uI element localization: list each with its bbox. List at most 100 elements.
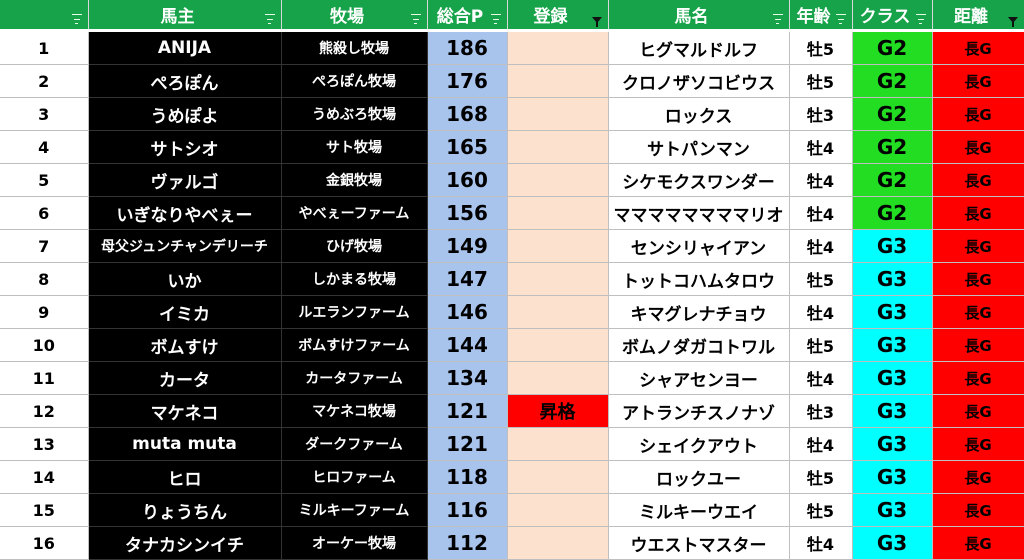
cell-owner[interactable]: カータ: [88, 361, 282, 395]
cell-horse-name[interactable]: センシリャイアン: [608, 229, 790, 263]
table-row[interactable]: 10 ボムすけ ボムすけファーム 144 ボムノダガコトワル 牡5 G3 長G: [0, 328, 1024, 362]
table-row[interactable]: 3 うめぽよ うめぶろ牧場 168 ロックス 牡3 G2 長G: [0, 97, 1024, 131]
cell-horse-name[interactable]: ウエストマスター: [608, 526, 790, 560]
cell-farm[interactable]: ひげ牧場: [281, 229, 428, 263]
table-row[interactable]: 2 ぺろぽん ぺろぽん牧場 176 クロノザソコビウス 牡5 G2 長G: [0, 64, 1024, 98]
cell-age[interactable]: 牡5: [789, 262, 853, 296]
cell-owner[interactable]: ヒロ: [88, 460, 282, 494]
filter-dropdown-icon[interactable]: [490, 14, 501, 24]
cell-age[interactable]: 牡4: [789, 229, 853, 263]
cell-class[interactable]: G2: [852, 130, 933, 164]
cell-registration[interactable]: [507, 361, 609, 395]
cell-registration[interactable]: [507, 460, 609, 494]
cell-owner[interactable]: いぎなりやべぇー: [88, 196, 282, 230]
cell-owner[interactable]: りょうちん: [88, 493, 282, 527]
cell-age[interactable]: 牡5: [789, 64, 853, 98]
cell-age[interactable]: 牡4: [789, 130, 853, 164]
filter-dropdown-icon[interactable]: [772, 14, 783, 24]
cell-horse-name[interactable]: キマグレナチョウ: [608, 295, 790, 329]
cell-points[interactable]: 147: [427, 262, 508, 296]
filter-dropdown-icon[interactable]: [915, 14, 926, 24]
cell-points[interactable]: 116: [427, 493, 508, 527]
table-row[interactable]: 7 母父ジュンチャンデリーチ ひげ牧場 149 センシリャイアン 牡4 G3 長G: [0, 229, 1024, 263]
cell-owner[interactable]: ぺろぽん: [88, 64, 282, 98]
cell-age[interactable]: 牡4: [789, 163, 853, 197]
cell-distance[interactable]: 長G: [932, 460, 1024, 494]
cell-points[interactable]: 146: [427, 295, 508, 329]
cell-distance[interactable]: 長G: [932, 130, 1024, 164]
cell-number[interactable]: 2: [0, 64, 89, 98]
filter-dropdown-icon[interactable]: [410, 14, 421, 24]
cell-farm[interactable]: やべぇーファーム: [281, 196, 428, 230]
cell-distance[interactable]: 長G: [932, 361, 1024, 395]
cell-points[interactable]: 168: [427, 97, 508, 131]
cell-number[interactable]: 1: [0, 30, 89, 65]
cell-farm[interactable]: マケネコ牧場: [281, 394, 428, 428]
table-row[interactable]: 16 タナカシンイチ オーケー牧場 112 ウエストマスター 牡4 G3 長G: [0, 526, 1024, 560]
cell-age[interactable]: 牡4: [789, 427, 853, 461]
cell-registration[interactable]: [507, 295, 609, 329]
cell-registration[interactable]: [507, 427, 609, 461]
cell-owner[interactable]: うめぽよ: [88, 97, 282, 131]
cell-class[interactable]: G3: [852, 526, 933, 560]
cell-distance[interactable]: 長G: [932, 64, 1024, 98]
filter-dropdown-icon[interactable]: [835, 14, 846, 24]
cell-distance[interactable]: 長G: [932, 526, 1024, 560]
cell-horse-name[interactable]: ミルキーウエイ: [608, 493, 790, 527]
cell-distance[interactable]: 長G: [932, 196, 1024, 230]
cell-points[interactable]: 186: [427, 30, 508, 65]
cell-owner[interactable]: マケネコ: [88, 394, 282, 428]
cell-horse-name[interactable]: ロックユー: [608, 460, 790, 494]
cell-number[interactable]: 5: [0, 163, 89, 197]
cell-farm[interactable]: オーケー牧場: [281, 526, 428, 560]
cell-farm[interactable]: しかまる牧場: [281, 262, 428, 296]
cell-farm[interactable]: ボムすけファーム: [281, 328, 428, 362]
cell-registration[interactable]: [507, 229, 609, 263]
cell-owner[interactable]: タナカシンイチ: [88, 526, 282, 560]
cell-number[interactable]: 14: [0, 460, 89, 494]
cell-registration[interactable]: [507, 262, 609, 296]
cell-points[interactable]: 176: [427, 64, 508, 98]
cell-class[interactable]: G2: [852, 97, 933, 131]
cell-number[interactable]: 10: [0, 328, 89, 362]
cell-class[interactable]: G3: [852, 229, 933, 263]
cell-points[interactable]: 118: [427, 460, 508, 494]
cell-horse-name[interactable]: ヒグマルドルフ: [608, 30, 790, 65]
cell-points[interactable]: 121: [427, 427, 508, 461]
cell-horse-name[interactable]: サトパンマン: [608, 130, 790, 164]
cell-class[interactable]: G3: [852, 394, 933, 428]
cell-registration[interactable]: [507, 64, 609, 98]
table-row[interactable]: 15 りょうちん ミルキーファーム 116 ミルキーウエイ 牡5 G3 長G: [0, 493, 1024, 527]
cell-points[interactable]: 144: [427, 328, 508, 362]
cell-horse-name[interactable]: シャアセンヨー: [608, 361, 790, 395]
cell-age[interactable]: 牡5: [789, 460, 853, 494]
cell-number[interactable]: 7: [0, 229, 89, 263]
cell-farm[interactable]: ルエランファーム: [281, 295, 428, 329]
cell-owner[interactable]: 母父ジュンチャンデリーチ: [88, 229, 282, 263]
cell-number[interactable]: 3: [0, 97, 89, 131]
table-row[interactable]: 12 マケネコ マケネコ牧場 121 昇格 アトランチスノナゾ 牡3 G3 長G: [0, 394, 1024, 428]
cell-class[interactable]: G3: [852, 295, 933, 329]
cell-number[interactable]: 4: [0, 130, 89, 164]
cell-horse-name[interactable]: トットコハムタロウ: [608, 262, 790, 296]
table-row[interactable]: 8 いか しかまる牧場 147 トットコハムタロウ 牡5 G3 長G: [0, 262, 1024, 296]
cell-distance[interactable]: 長G: [932, 30, 1024, 65]
cell-registration[interactable]: [507, 97, 609, 131]
cell-points[interactable]: 112: [427, 526, 508, 560]
cell-horse-name[interactable]: シェイクアウト: [608, 427, 790, 461]
cell-horse-name[interactable]: シケモクスワンダー: [608, 163, 790, 197]
cell-distance[interactable]: 長G: [932, 394, 1024, 428]
cell-farm[interactable]: ぺろぽん牧場: [281, 64, 428, 98]
cell-number[interactable]: 13: [0, 427, 89, 461]
table-row[interactable]: 6 いぎなりやべぇー やべぇーファーム 156 ママママママママリオ 牡4 G2 長G: [0, 196, 1024, 230]
cell-distance[interactable]: 長G: [932, 262, 1024, 296]
cell-points[interactable]: 134: [427, 361, 508, 395]
table-row[interactable]: 14 ヒロ ヒロファーム 118 ロックユー 牡5 G3 長G: [0, 460, 1024, 494]
cell-farm[interactable]: カータファーム: [281, 361, 428, 395]
cell-registration[interactable]: [507, 130, 609, 164]
cell-number[interactable]: 15: [0, 493, 89, 527]
table-row[interactable]: 9 イミカ ルエランファーム 146 キマグレナチョウ 牡4 G3 長G: [0, 295, 1024, 329]
cell-number[interactable]: 8: [0, 262, 89, 296]
cell-owner[interactable]: サトシオ: [88, 130, 282, 164]
cell-points[interactable]: 149: [427, 229, 508, 263]
